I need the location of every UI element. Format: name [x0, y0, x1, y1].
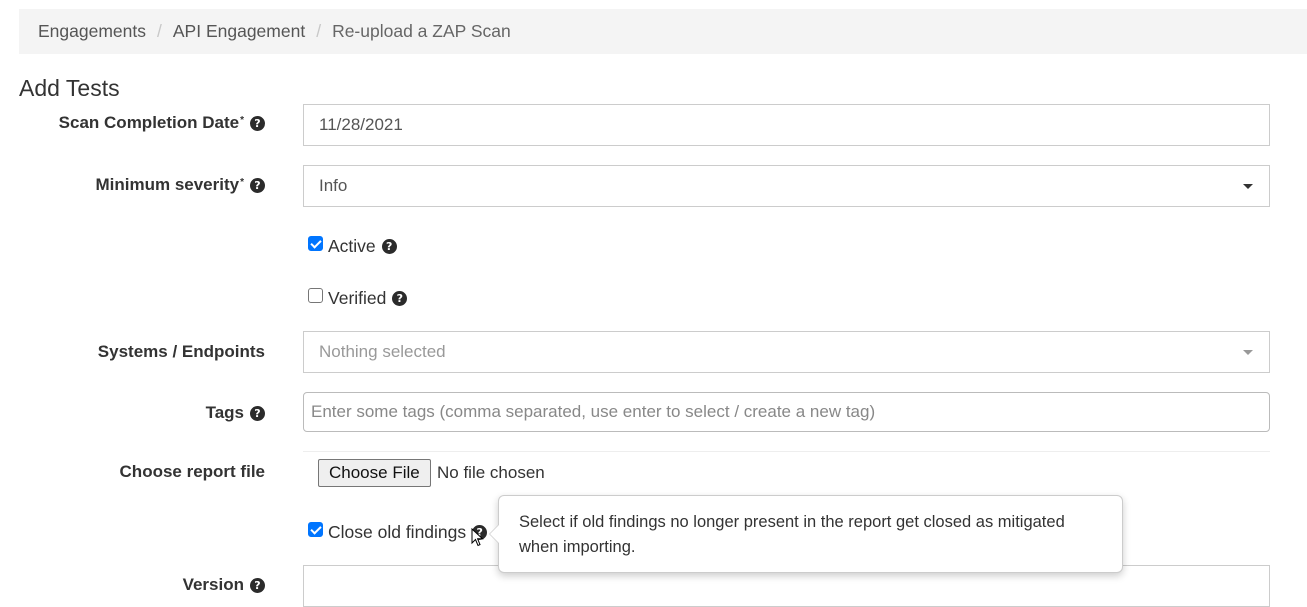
breadcrumb-separator: /: [157, 21, 162, 41]
close-old-findings-label[interactable]: Close old findings: [328, 522, 466, 543]
question-circle-icon[interactable]: ?: [250, 177, 265, 193]
file-status: No file chosen: [437, 463, 545, 482]
verified-checkbox-row: Verified ?: [308, 288, 408, 309]
caret-down-icon: [1243, 350, 1253, 355]
tags-label-text: Tags: [205, 403, 244, 422]
question-circle-icon[interactable]: ?: [381, 239, 397, 254]
caret-down-icon: [1243, 184, 1253, 189]
scan-date-label-text: Scan Completion Date: [58, 113, 240, 132]
scan-date-label: Scan Completion Date * ?: [59, 113, 265, 133]
breadcrumb-api-engagement[interactable]: API Engagement: [173, 21, 305, 42]
required-mark: *: [240, 114, 244, 126]
close-old-findings-row: Close old findings ?: [308, 522, 488, 543]
scan-date-value: 11/28/2021: [319, 115, 403, 134]
endpoints-select[interactable]: Nothing selected: [303, 331, 1270, 373]
tooltip-arrow: [489, 524, 499, 544]
mouse-pointer-icon: [471, 528, 484, 547]
endpoints-label-text: Systems / Endpoints: [97, 342, 265, 361]
version-label: Version ?: [183, 575, 265, 595]
min-severity-value: Info: [319, 176, 348, 195]
question-circle-icon[interactable]: ?: [250, 405, 265, 421]
required-mark: *: [240, 176, 244, 188]
report-file-label: Choose report file: [120, 462, 265, 482]
tags-input[interactable]: Enter some tags (comma separated, use en…: [303, 392, 1270, 432]
endpoints-label: Systems / Endpoints: [98, 342, 265, 362]
min-severity-label: Minimum severity * ?: [95, 175, 265, 195]
verified-checkbox[interactable]: [308, 288, 323, 303]
endpoints-placeholder: Nothing selected: [319, 342, 446, 361]
verified-label[interactable]: Verified: [328, 288, 386, 309]
active-checkbox-row: Active ?: [308, 236, 397, 257]
min-severity-label-text: Minimum severity: [95, 175, 240, 194]
page-title: Add Tests: [19, 75, 120, 101]
close-old-findings-checkbox[interactable]: [308, 522, 323, 537]
active-checkbox[interactable]: [308, 236, 323, 251]
tags-label: Tags ?: [206, 403, 265, 423]
version-label-text: Version: [182, 575, 244, 594]
tags-placeholder: Enter some tags (comma separated, use en…: [311, 402, 876, 421]
divider: [303, 451, 1270, 452]
tooltip-text: Select if old findings no longer present…: [519, 513, 1065, 556]
scan-date-input[interactable]: 11/28/2021: [303, 104, 1270, 146]
question-circle-icon[interactable]: ?: [392, 291, 408, 306]
breadcrumb-current: Re-upload a ZAP Scan: [332, 21, 511, 41]
question-circle-icon[interactable]: ?: [250, 115, 265, 131]
min-severity-select[interactable]: Info: [303, 165, 1270, 207]
question-circle-icon[interactable]: ?: [250, 577, 265, 593]
help-tooltip: Select if old findings no longer present…: [489, 495, 1123, 573]
breadcrumb-engagements[interactable]: Engagements: [38, 21, 146, 42]
choose-file-button[interactable]: Choose File: [318, 459, 431, 487]
active-label[interactable]: Active: [328, 236, 376, 257]
breadcrumb-separator: /: [316, 21, 322, 41]
breadcrumb: Engagements / API Engagement / Re-upload…: [19, 9, 1307, 54]
report-file-label-text: Choose report file: [119, 462, 265, 481]
